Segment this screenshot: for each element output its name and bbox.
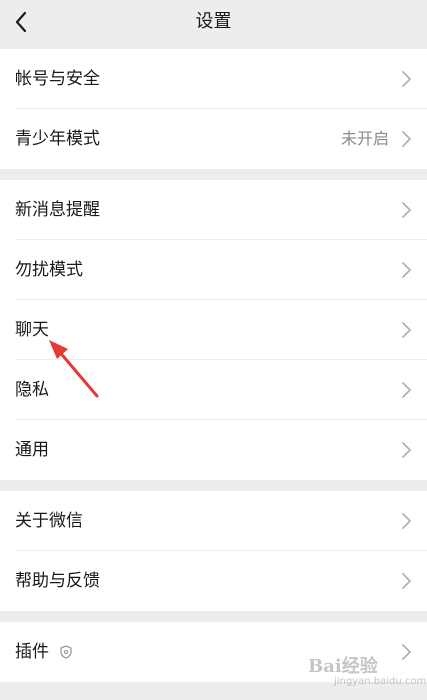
settings-item-about-wechat[interactable]: 关于微信 — [0, 491, 427, 551]
chevron-right-icon — [402, 202, 411, 218]
settings-item-notifications[interactable]: 新消息提醒 — [0, 180, 427, 240]
settings-item-label: 帮助与反馈 — [15, 571, 100, 591]
settings-item-account-security[interactable]: 帐号与安全 — [0, 49, 427, 109]
settings-item-label: 帐号与安全 — [15, 69, 100, 89]
chevron-right-icon — [402, 382, 411, 398]
settings-item-label: 新消息提醒 — [15, 200, 100, 220]
nav-bar: 设置 — [0, 0, 427, 46]
settings-item-label: 勿扰模式 — [15, 260, 83, 280]
chevron-right-icon — [402, 322, 411, 338]
page-title: 设置 — [195, 11, 232, 32]
teen-mode-status: 未开启 — [340, 129, 389, 148]
settings-item-label: 通用 — [15, 440, 49, 460]
chevron-right-icon — [402, 513, 411, 529]
settings-item-label: 插件 — [15, 642, 49, 662]
watermark-url: jingyan.baidu.com — [334, 676, 427, 687]
settings-group-account: 帐号与安全 青少年模式 未开启 — [0, 49, 427, 169]
settings-item-label: 青少年模式 — [15, 129, 100, 149]
chevron-right-icon — [402, 262, 411, 278]
settings-item-help-feedback[interactable]: 帮助与反馈 — [0, 551, 427, 611]
settings-item-teen-mode[interactable]: 青少年模式 未开启 — [0, 109, 427, 169]
chevron-right-icon — [402, 131, 411, 147]
watermark: Bai经验 jingyan.baidu.com — [308, 646, 426, 692]
watermark-logo: Bai经验 — [308, 656, 378, 677]
chevron-right-icon — [402, 573, 411, 589]
settings-item-do-not-disturb[interactable]: 勿扰模式 — [0, 240, 427, 300]
settings-item-label: 关于微信 — [15, 511, 83, 531]
settings-item-general[interactable]: 通用 — [0, 420, 427, 480]
red-arrow-annotation-icon — [49, 340, 99, 398]
settings-group-about: 关于微信 帮助与反馈 — [0, 491, 427, 611]
chevron-right-icon — [402, 71, 411, 87]
chevron-right-icon — [402, 442, 411, 458]
plugin-shield-icon — [60, 645, 72, 659]
